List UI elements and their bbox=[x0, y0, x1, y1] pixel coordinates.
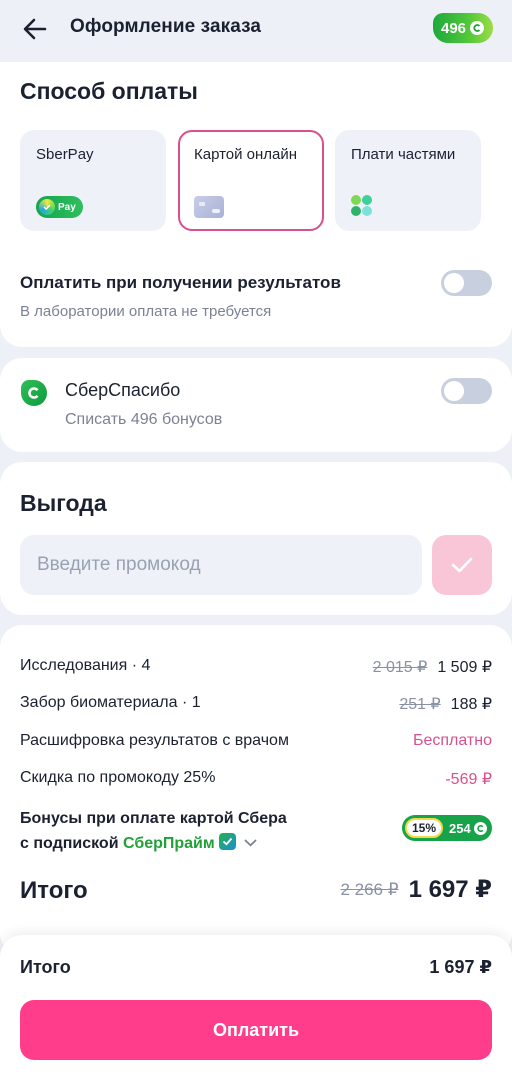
pay-button[interactable]: Оплатить bbox=[20, 1000, 492, 1060]
spasibo-toggle[interactable] bbox=[441, 378, 492, 404]
total-label: Итого bbox=[20, 877, 88, 904]
bottom-total-value: 1 697 ₽ bbox=[429, 957, 492, 977]
summary-line-consultation: Расшифровка результатов с врачом Бесплат… bbox=[20, 732, 492, 754]
method-label: Картой онлайн bbox=[194, 146, 298, 163]
spasibo-coin-icon bbox=[473, 821, 487, 835]
line-value: 1 509 ₽ bbox=[437, 659, 492, 676]
chevron-down-icon[interactable] bbox=[244, 831, 257, 855]
order-summary-card: Исследования · 4 2 015 ₽ 1 509 ₽ Забор би… bbox=[0, 625, 512, 955]
installments-icon bbox=[351, 195, 373, 217]
prime-bonus-prefix: с подпиской bbox=[20, 835, 119, 852]
line-value: -569 ₽ bbox=[445, 771, 492, 788]
benefit-card: Выгода bbox=[0, 462, 512, 615]
bonus-balance-badge[interactable]: 496 bbox=[433, 13, 493, 43]
page-title: Оформление заказа bbox=[70, 16, 262, 37]
sberpay-logo-text: Pay bbox=[58, 201, 76, 213]
total-old-price: 2 266 ₽ bbox=[340, 880, 399, 899]
payment-method-card-online[interactable]: Картой онлайн bbox=[178, 130, 324, 231]
sberspasibo-logo-icon bbox=[21, 380, 47, 406]
promo-apply-button[interactable] bbox=[432, 535, 492, 595]
line-label: Забор биоматериала · 1 bbox=[20, 694, 201, 711]
method-label: Плати частями bbox=[351, 146, 456, 163]
sberprime-icon bbox=[218, 833, 236, 850]
prime-bonus-line1: Бонусы при оплате картой Сбера bbox=[20, 810, 287, 827]
payment-method-installments[interactable]: Плати частями bbox=[335, 130, 481, 231]
bonus-value: 254 bbox=[449, 820, 471, 836]
line-old-price: 2 015 ₽ bbox=[372, 659, 428, 676]
bank-card-icon bbox=[194, 196, 224, 218]
sberprime-label: СберПрайм bbox=[122, 835, 215, 852]
line-value: 188 ₽ bbox=[450, 696, 492, 713]
line-price: 251 ₽ 188 ₽ bbox=[399, 694, 492, 714]
method-label: SberPay bbox=[36, 146, 94, 163]
back-arrow-icon[interactable] bbox=[20, 16, 50, 42]
line-price: 2 015 ₽ 1 509 ₽ bbox=[373, 657, 492, 677]
prime-bonus-badge: 15% 254 bbox=[402, 815, 492, 841]
summary-total-row: Итого 2 266 ₽ 1 697 ₽ bbox=[20, 875, 492, 909]
spasibo-subtitle: Списать 496 бонусов bbox=[65, 411, 223, 428]
summary-line-biomaterial: Забор биоматериала · 1 251 ₽ 188 ₽ bbox=[20, 694, 492, 716]
payment-method-card: Способ оплаты SberPay Pay Картой онлайн … bbox=[0, 62, 512, 347]
summary-line-tests: Исследования · 4 2 015 ₽ 1 509 ₽ bbox=[20, 657, 492, 679]
spasibo-coin-icon bbox=[470, 21, 485, 35]
line-label: Расшифровка результатов с врачом bbox=[20, 732, 289, 749]
header: Оформление заказа 496 bbox=[0, 0, 512, 62]
check-icon bbox=[451, 557, 473, 573]
prime-bonus-line2: с подпиской СберПрайм bbox=[20, 831, 287, 856]
line-value: Бесплатно bbox=[412, 732, 492, 749]
line-old-price: 251 ₽ bbox=[399, 696, 441, 713]
sberpay-check-icon bbox=[39, 199, 55, 215]
bonus-amount: 254 bbox=[449, 821, 487, 836]
total-price: 2 266 ₽ 1 697 ₽ bbox=[340, 875, 492, 904]
spasibo-title: СберСпасибо bbox=[65, 380, 181, 400]
payment-section-title: Способ оплаты bbox=[20, 78, 198, 104]
promo-code-input[interactable] bbox=[20, 535, 422, 595]
prime-bonus-text: Бонусы при оплате картой Сбера с подписк… bbox=[20, 807, 287, 856]
bottom-total-label: Итого bbox=[20, 957, 71, 977]
checkout-bottom-bar: Итого 1 697 ₽ Оплатить bbox=[0, 935, 512, 1090]
summary-line-promo-discount: Скидка по промокоду 25% -569 ₽ bbox=[20, 769, 492, 791]
benefit-section-title: Выгода bbox=[20, 490, 107, 516]
bonus-balance-value: 496 bbox=[441, 19, 467, 37]
pay-on-result-toggle[interactable] bbox=[441, 270, 492, 296]
line-label: Исследования · 4 bbox=[20, 657, 151, 674]
total-value: 1 697 ₽ bbox=[408, 876, 492, 903]
spasibo-card: СберСпасибо Списать 496 бонусов bbox=[0, 358, 512, 452]
line-label: Скидка по промокоду 25% bbox=[20, 769, 216, 786]
pay-on-result-subtitle: В лаборатории оплата не требуется bbox=[20, 303, 272, 320]
payment-method-sberpay[interactable]: SberPay Pay bbox=[20, 130, 166, 231]
sberpay-logo-icon: Pay bbox=[36, 196, 83, 218]
bonus-percent: 15% bbox=[405, 818, 444, 838]
pay-on-result-title: Оплатить при получении результатов bbox=[20, 273, 341, 292]
